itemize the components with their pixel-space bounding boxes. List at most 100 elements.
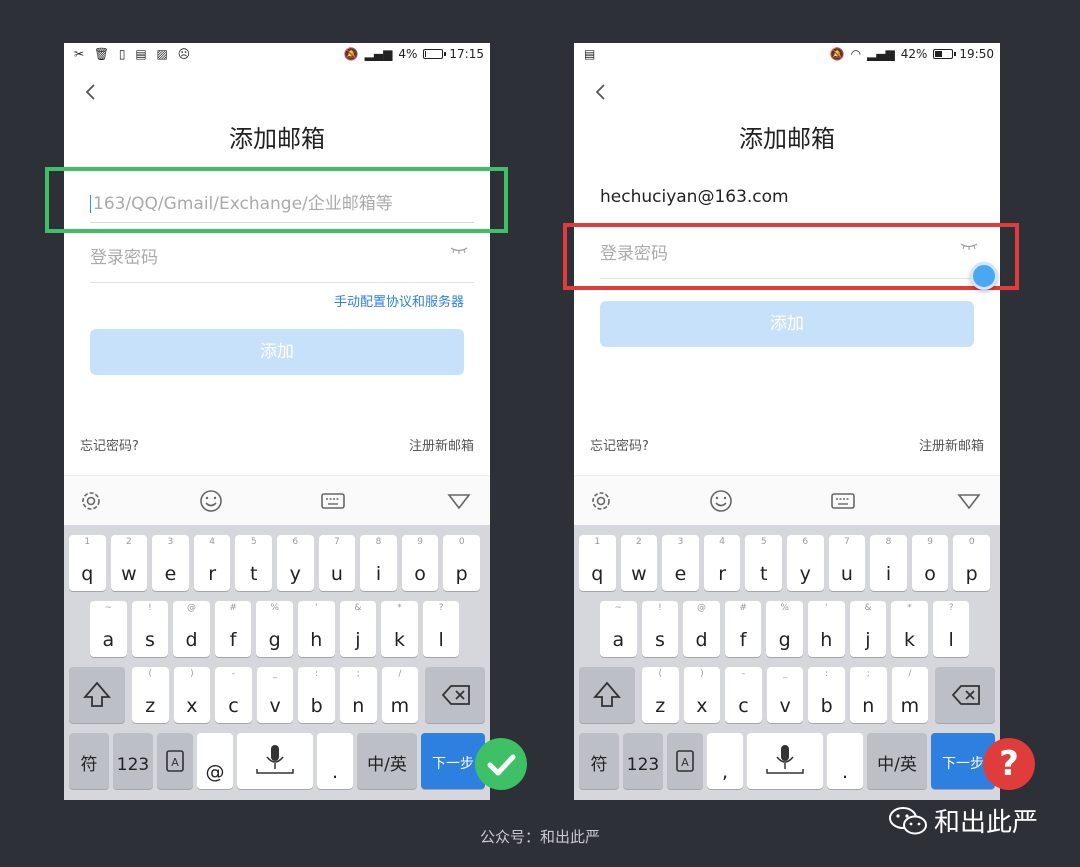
key-d[interactable]: @ d xyxy=(173,601,210,657)
key-e[interactable]: 3e xyxy=(152,535,189,591)
key-t[interactable]: 5t xyxy=(235,535,272,591)
symbol-key[interactable]: 符 xyxy=(579,733,619,789)
period-key[interactable]: . xyxy=(317,733,353,789)
back-arrow-icon[interactable] xyxy=(592,83,610,101)
key-u[interactable]: 7u xyxy=(828,535,866,591)
keyboard-icon[interactable] xyxy=(830,488,856,514)
key-label: n xyxy=(862,695,875,717)
symbol-key[interactable]: 符 xyxy=(69,733,109,789)
emoji-icon[interactable] xyxy=(198,488,224,514)
key-e[interactable]: 3e xyxy=(662,535,699,591)
key-u[interactable]: 7u xyxy=(318,535,356,591)
key-a[interactable]: ~ a xyxy=(90,601,127,657)
key-m[interactable]: / m xyxy=(381,667,419,723)
key-label: q xyxy=(81,563,94,585)
voice-switch-key[interactable]: A xyxy=(157,733,193,789)
keyboard-icon[interactable] xyxy=(320,488,346,514)
key-b[interactable]: :b xyxy=(298,667,335,723)
manual-config-link[interactable]: 手动配置协议和服务器 xyxy=(334,291,464,310)
key-i[interactable]: 8i xyxy=(870,535,907,591)
register-link[interactable]: 注册新邮箱 xyxy=(409,435,474,454)
key-x[interactable]: ) x xyxy=(173,667,211,723)
forgot-password-link[interactable]: 忘记密码? xyxy=(80,435,139,454)
key-o[interactable]: 9o xyxy=(401,535,439,591)
key-a[interactable]: ~ a xyxy=(600,601,637,657)
key-i[interactable]: 8i xyxy=(360,535,397,591)
question-badge-icon: ? xyxy=(983,738,1035,790)
key-c[interactable]: -c xyxy=(215,667,252,723)
key-b[interactable]: :b xyxy=(808,667,845,723)
space-key[interactable] xyxy=(237,733,313,789)
language-key[interactable]: 中/英 xyxy=(357,733,417,789)
emoji-icon[interactable] xyxy=(708,488,734,514)
key-h[interactable]: ' h xyxy=(808,601,845,657)
key-f[interactable]: # f xyxy=(214,601,252,657)
key-s[interactable]: ! s xyxy=(641,601,679,657)
key-hint: @ xyxy=(696,603,706,613)
period-key[interactable]: . xyxy=(827,733,863,789)
key-hint: 2 xyxy=(636,537,642,547)
key-k[interactable]: * k xyxy=(381,601,418,657)
backspace-key[interactable] xyxy=(935,667,995,723)
key-label: d xyxy=(695,629,708,651)
collapse-keyboard-icon[interactable] xyxy=(956,488,982,514)
key-label: . xyxy=(331,761,339,783)
key-g[interactable]: % g xyxy=(256,601,293,657)
key-o[interactable]: 9o xyxy=(911,535,949,591)
add-button[interactable]: 添加 xyxy=(90,329,464,375)
key-d[interactable]: @ d xyxy=(683,601,720,657)
key-p[interactable]: 0p xyxy=(443,535,480,591)
key-q[interactable]: 1q xyxy=(579,535,616,591)
key-g[interactable]: % g xyxy=(766,601,803,657)
key-w[interactable]: 2w xyxy=(620,535,658,591)
email-input[interactable]: hechuciyan@163.com xyxy=(600,187,789,207)
key-c[interactable]: -c xyxy=(725,667,762,723)
key-m[interactable]: / m xyxy=(891,667,929,723)
numeric-key[interactable]: 123 xyxy=(113,733,153,789)
register-link[interactable]: 注册新邮箱 xyxy=(919,435,984,454)
key-r[interactable]: 4r xyxy=(703,535,741,591)
key-l[interactable]: ? l xyxy=(932,601,970,657)
at-key[interactable]: @ xyxy=(197,733,233,789)
numeric-key[interactable]: 123 xyxy=(623,733,663,789)
collapse-keyboard-icon[interactable] xyxy=(446,488,472,514)
language-key[interactable]: 中/英 xyxy=(867,733,927,789)
password-input[interactable]: 登录密码 xyxy=(90,239,474,283)
key-j[interactable]: & j xyxy=(339,601,377,657)
key-n[interactable]: ; n xyxy=(340,667,377,723)
key-t[interactable]: 5t xyxy=(745,535,782,591)
key-y[interactable]: 6y xyxy=(787,535,824,591)
shift-key[interactable] xyxy=(579,667,635,723)
key-hint: % xyxy=(270,603,279,613)
gear-icon[interactable] xyxy=(588,488,614,514)
key-h[interactable]: ' h xyxy=(298,601,335,657)
key-v[interactable]: _ v xyxy=(766,667,804,723)
key-v[interactable]: _ v xyxy=(256,667,294,723)
backspace-key[interactable] xyxy=(425,667,485,723)
shift-key[interactable] xyxy=(69,667,125,723)
key-x[interactable]: ) x xyxy=(683,667,721,723)
key-l[interactable]: ? l xyxy=(422,601,460,657)
gear-icon[interactable] xyxy=(78,488,104,514)
key-label: i xyxy=(375,563,382,585)
key-w[interactable]: 2w xyxy=(110,535,148,591)
voice-switch-key[interactable]: A xyxy=(667,733,703,789)
key-z[interactable]: (z xyxy=(132,667,169,723)
key-r[interactable]: 4r xyxy=(193,535,231,591)
back-arrow-icon[interactable] xyxy=(82,83,100,101)
key-p[interactable]: 0p xyxy=(953,535,990,591)
key-s[interactable]: ! s xyxy=(131,601,169,657)
key-z[interactable]: (z xyxy=(642,667,679,723)
comma-key[interactable]: , xyxy=(707,733,743,789)
key-q[interactable]: 1q xyxy=(69,535,106,591)
key-y[interactable]: 6y xyxy=(277,535,314,591)
key-k[interactable]: * k xyxy=(891,601,928,657)
key-j[interactable]: & j xyxy=(849,601,887,657)
key-n[interactable]: ; n xyxy=(850,667,887,723)
space-key[interactable] xyxy=(747,733,823,789)
add-button[interactable]: 添加 xyxy=(600,301,974,347)
key-f[interactable]: # f xyxy=(724,601,762,657)
forgot-password-link[interactable]: 忘记密码? xyxy=(590,435,649,454)
key-label: n xyxy=(352,695,365,717)
eye-closed-icon[interactable] xyxy=(450,245,468,255)
